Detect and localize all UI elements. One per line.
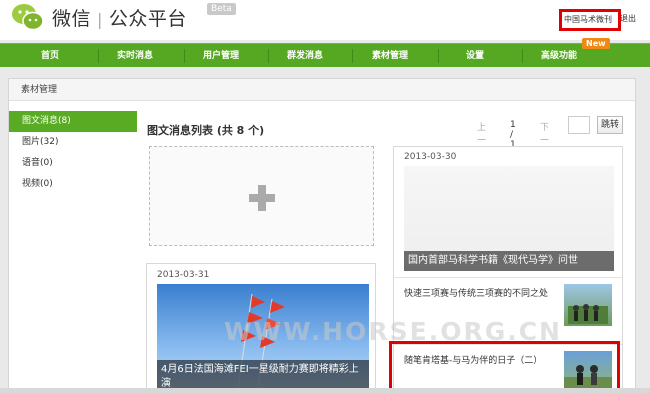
jump-button[interactable]: 跳转: [597, 116, 623, 134]
app-name: 微信: [52, 8, 92, 30]
brand-title: 微信 | 公众平台: [52, 4, 187, 31]
brand-divider: |: [97, 10, 103, 29]
nav-divider: [184, 49, 185, 63]
sub-item-title: 快速三项赛与传统三项赛的不同之处: [404, 289, 549, 299]
news-list-title: 图文消息列表 (共 8 个): [147, 124, 265, 137]
nav-item-home[interactable]: 首页: [15, 44, 85, 68]
cover-title: 国内首部马科学书籍《现代马学》问世: [404, 251, 614, 271]
wechat-logo-icon: [12, 4, 44, 31]
sidebar-item-news[interactable]: 图文消息(8): [9, 111, 137, 132]
main-nav: 首页 实时消息 用户管理 群发消息 素材管理 设置 高级功能: [0, 43, 650, 67]
nav-divider: [98, 49, 99, 63]
bottom-strip: [0, 388, 650, 393]
nav-item-settings[interactable]: 设置: [440, 44, 510, 68]
new-badge: New: [582, 38, 610, 49]
material-type-sidebar: 图文消息(8) 图片(32) 语音(0) 视频(0): [9, 111, 137, 195]
highlight-box: [389, 341, 620, 392]
sidebar-item-images[interactable]: 图片(32): [9, 132, 137, 153]
nav-divider: [438, 49, 439, 63]
sidebar-item-video[interactable]: 视频(0): [9, 174, 137, 195]
top-bar: 微信 | 公众平台 Beta 中国马术微刊 退出: [0, 0, 650, 40]
page-number-input[interactable]: [568, 116, 590, 134]
logout-link[interactable]: 退出: [620, 13, 636, 24]
panel-title: 素材管理: [9, 79, 635, 101]
account-name-link[interactable]: 中国马术微刊: [559, 9, 621, 31]
watermark-text: WWW.HORSE.ORG.CN: [224, 317, 562, 346]
beta-badge: Beta: [207, 3, 236, 15]
nav-item-materials[interactable]: 素材管理: [355, 44, 425, 68]
plus-icon-bar: [249, 194, 275, 202]
sub-item-thumbnail: [564, 284, 612, 326]
add-news-card[interactable]: [149, 146, 374, 246]
nav-item-broadcast[interactable]: 群发消息: [270, 44, 340, 68]
card-date: 2013-03-31: [157, 270, 210, 280]
nav-divider: [522, 49, 523, 63]
nav-item-realtime-messages[interactable]: 实时消息: [100, 44, 170, 68]
nav-divider: [352, 49, 353, 63]
nav-divider: [268, 49, 269, 63]
cover-image: 国内首部马科学书籍《现代马学》问世: [404, 166, 614, 271]
app-sub-name: 公众平台: [108, 8, 187, 30]
card-date: 2013-03-30: [404, 152, 457, 162]
nav-item-user-management[interactable]: 用户管理: [186, 44, 256, 68]
riders-photo-icon: [568, 304, 608, 324]
sidebar-item-voice[interactable]: 语音(0): [9, 153, 137, 174]
